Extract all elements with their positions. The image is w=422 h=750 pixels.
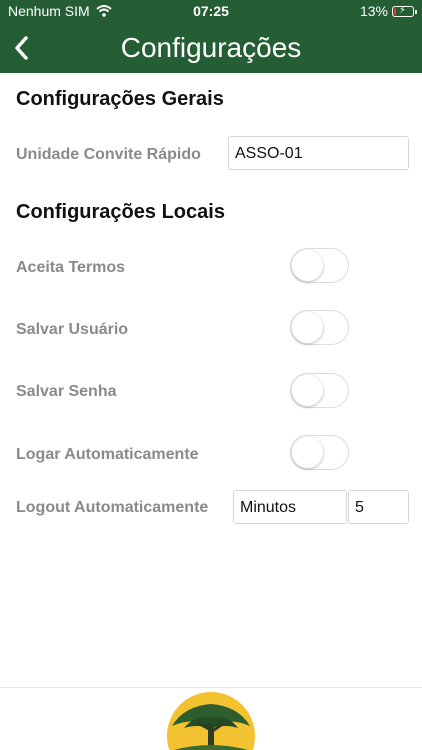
logar-automaticamente-label: Logar Automaticamente [16, 446, 199, 463]
logout-minutes-input[interactable]: 5 [348, 490, 409, 524]
tree-logo-icon [167, 692, 255, 750]
app-header: Nenhum SIM 07:25 13% ⚡ Configurações [0, 0, 422, 73]
battery-icon: ⚡ [392, 4, 417, 17]
nav-bar: Configurações [0, 24, 422, 73]
salvar-usuario-label: Salvar Usuário [16, 321, 129, 338]
logar-automaticamente-toggle[interactable] [290, 435, 349, 470]
page-title: Configurações [120, 32, 302, 63]
battery-percent: 13% [359, 3, 388, 19]
toggle-knob [292, 437, 323, 468]
salvar-senha-toggle[interactable] [290, 373, 349, 408]
toggle-knob [292, 312, 323, 343]
logout-automaticamente-label: Logout Automaticamente [16, 499, 209, 516]
convite-input[interactable]: ASSO-01 [228, 136, 409, 170]
toggle-knob [292, 250, 323, 281]
convite-label: Unidade Convite Rápido [16, 146, 201, 163]
salvar-senha-label: Salvar Senha [16, 383, 117, 400]
section-title-general: Configurações Gerais [16, 88, 224, 110]
toggle-knob [292, 375, 323, 406]
status-time: 07:25 [193, 3, 229, 19]
aceita-termos-toggle[interactable] [290, 248, 349, 283]
charging-bolt-icon: ⚡ [399, 4, 407, 16]
section-title-local: Configurações Locais [16, 201, 225, 223]
aceita-termos-label: Aceita Termos [16, 259, 126, 276]
logout-unit-select[interactable]: Minutos [233, 490, 347, 524]
footer-divider [0, 687, 422, 688]
salvar-usuario-toggle[interactable] [290, 310, 349, 345]
battery-fill [394, 7, 396, 15]
battery-group: 13% ⚡ [359, 3, 417, 19]
status-bar: Nenhum SIM 07:25 13% ⚡ [0, 0, 422, 24]
